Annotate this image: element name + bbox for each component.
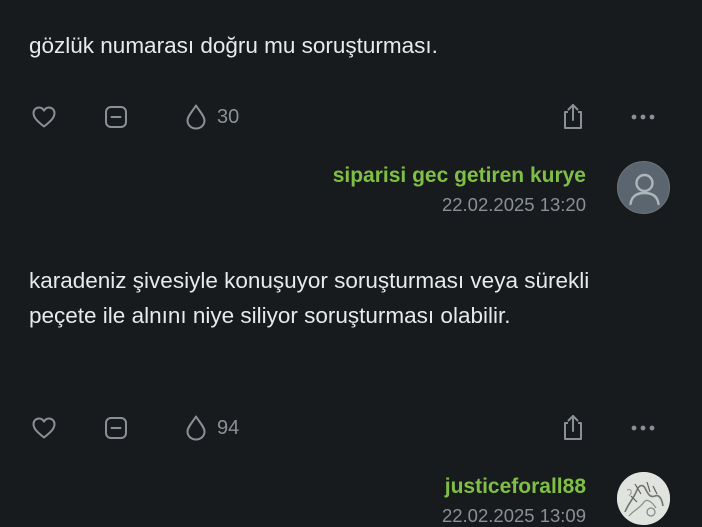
entry-date[interactable]: 22.02.2025 13:09: [442, 505, 586, 527]
user-icon: [629, 173, 660, 206]
entry-text: karadeniz şivesiyle konuşuyor soruşturma…: [29, 268, 590, 328]
more-options-button[interactable]: [630, 408, 656, 448]
drop-icon: [186, 415, 206, 441]
sketch-photo-icon: [617, 472, 670, 525]
avatar[interactable]: [617, 161, 670, 214]
heart-icon: [32, 106, 56, 128]
author-link[interactable]: siparisi gec getiren kurye: [333, 164, 586, 188]
more-options-button[interactable]: [630, 97, 656, 137]
like-button[interactable]: [32, 97, 56, 137]
more-horizontal-icon: [631, 425, 655, 431]
entry-date[interactable]: 22.02.2025 13:20: [442, 194, 586, 216]
drop-icon: [186, 104, 206, 130]
dislike-button[interactable]: [104, 408, 128, 448]
share-button[interactable]: [561, 408, 585, 448]
heart-icon: [32, 417, 56, 439]
share-button[interactable]: [561, 97, 585, 137]
favorite-button[interactable]: 94: [185, 408, 239, 448]
minus-square-icon: [105, 106, 127, 128]
more-horizontal-icon: [631, 114, 655, 120]
share-icon: [564, 415, 582, 440]
like-button[interactable]: [32, 408, 56, 448]
entry-actions: 94: [0, 408, 702, 448]
favorite-count: 30: [217, 105, 240, 128]
entry-actions: 30: [0, 97, 702, 137]
entry-text: gözlük numarası doğru mu soruşturması.: [29, 33, 438, 58]
favorite-count: 94: [217, 416, 240, 439]
minus-square-icon: [105, 417, 127, 439]
favorite-button[interactable]: 30: [185, 97, 239, 137]
share-icon: [564, 104, 582, 129]
author-link[interactable]: justiceforall88: [445, 475, 586, 499]
dislike-button[interactable]: [104, 97, 128, 137]
avatar[interactable]: [617, 472, 670, 525]
